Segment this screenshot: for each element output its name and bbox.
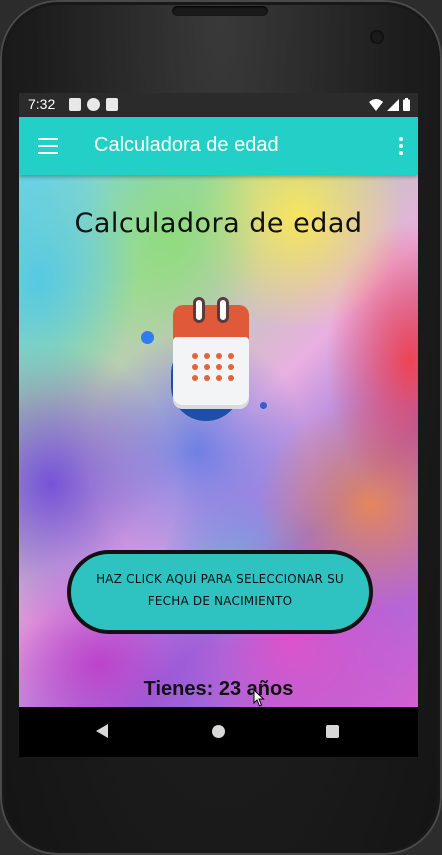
calendar-day-dots [192,353,234,381]
decorative-dot [141,331,154,344]
more-vert-icon[interactable] [398,137,404,157]
app-bar-title: Calculadora de edad [94,134,279,156]
select-birthdate-button[interactable]: HAZ CLICK AQUÍ PARA SELECCIONAR SU FECHA… [67,550,373,634]
earpiece-speaker [172,6,268,16]
signal-icon [387,98,399,111]
main-content: Calculadora de edad HAZ CLICK AQUÍ PARA … [19,175,418,707]
status-bar: 7:32 [19,93,418,117]
navigation-bar [19,707,418,757]
notification-a-icon [69,98,81,111]
age-result-text: Tienes: 23 años [143,678,294,700]
hamburger-menu-icon[interactable] [38,138,58,154]
page-title: Calculadora de edad [74,208,363,239]
battery-icon [403,98,410,111]
home-circle-icon[interactable] [212,725,225,738]
app-bar: Calculadora de edad [19,117,418,175]
front-camera [370,30,384,44]
calendar-ring-right [217,297,229,323]
status-time: 7:32 [28,96,56,112]
phone-frame: 7:32 Calculadora de edad Calculadora de … [0,0,442,855]
mouse-cursor-icon [253,689,265,707]
notification-p-icon [87,98,100,111]
sd-card-icon [106,98,118,111]
calendar-ring-left [193,297,205,323]
wifi-icon [369,98,383,111]
back-triangle-icon[interactable] [96,724,108,738]
status-notification-icons [69,98,118,111]
status-system-icons [369,98,410,111]
recents-square-icon[interactable] [326,725,339,738]
phone-screen: 7:32 Calculadora de edad Calculadora de … [19,93,418,757]
decorative-dot [260,402,267,409]
calendar-icon [137,297,277,427]
